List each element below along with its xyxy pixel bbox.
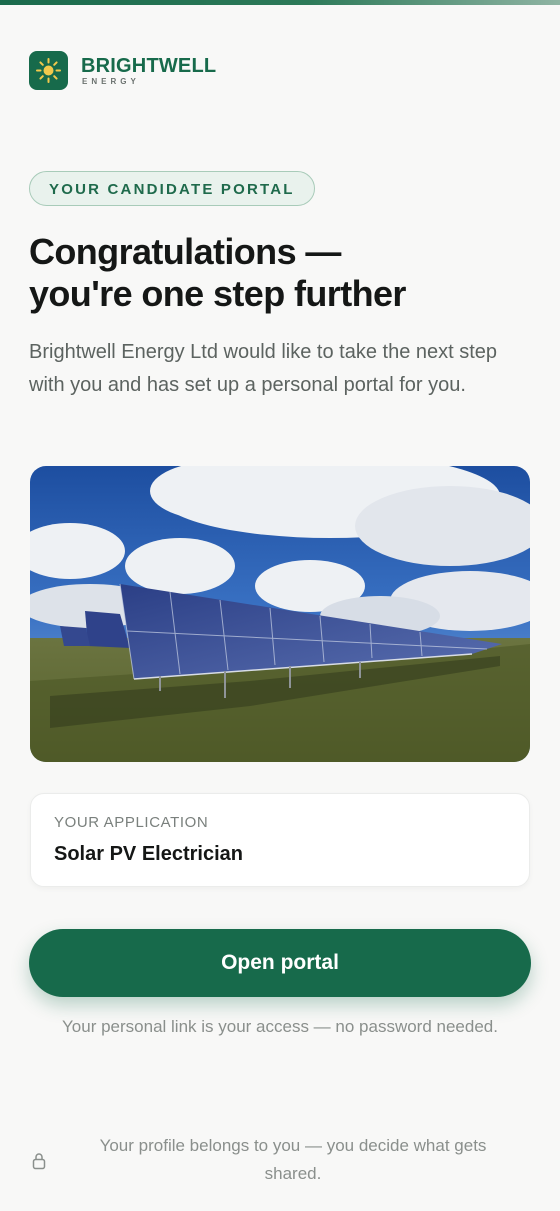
lock-icon: [31, 1152, 47, 1170]
title-line-2: you're one step further: [29, 273, 406, 314]
privacy-text: Your profile belongs to you — you decide…: [99, 1136, 487, 1183]
access-note: Your personal link is your access — no p…: [62, 1017, 498, 1036]
page-title: Congratulations — you're one step furthe…: [29, 231, 509, 315]
open-portal-button[interactable]: Open portal: [29, 929, 531, 997]
privacy-footer: Your profile belongs to you — you decide…: [29, 1132, 531, 1188]
title-line-1: Congratulations —: [29, 231, 341, 272]
application-label: YOUR APPLICATION: [54, 814, 209, 831]
intro-text: Brightwell Energy Ltd would like to take…: [29, 341, 498, 396]
brand-header: BRIGHTWELL ENERGY: [29, 51, 216, 90]
application-role: Solar PV Electrician: [54, 843, 243, 865]
brand-subtitle: ENERGY: [82, 76, 140, 86]
portal-badge: YOUR CANDIDATE PORTAL: [29, 171, 315, 206]
sun-logo-icon: [29, 51, 68, 90]
brand-name: BRIGHTWELL: [81, 54, 217, 77]
application-card: YOUR APPLICATION Solar PV Electrician: [30, 793, 530, 887]
hero-image-solar-field: [30, 466, 530, 762]
top-accent-bar: [0, 0, 560, 5]
